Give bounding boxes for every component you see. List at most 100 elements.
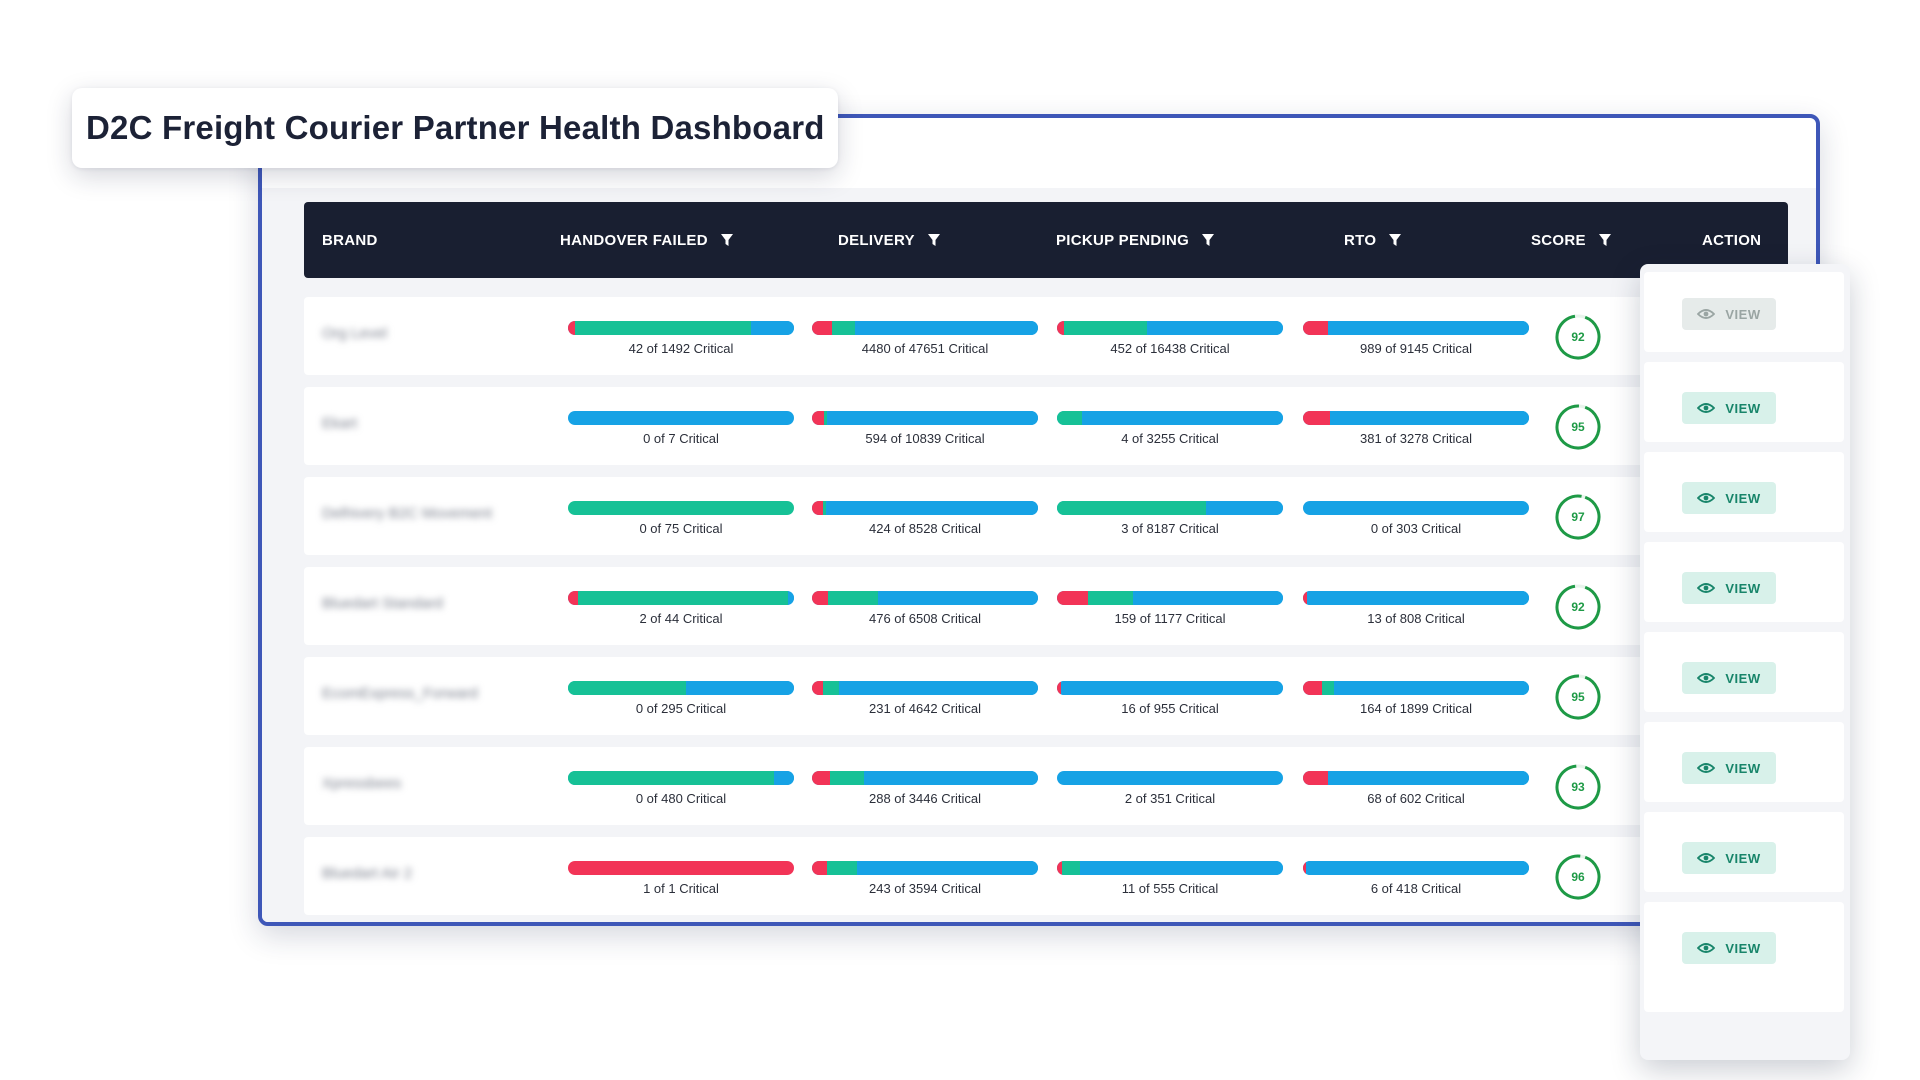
metric-handover[interactable]: 2 of 44 Critical	[568, 591, 794, 631]
metric-rto[interactable]: 6 of 418 Critical	[1303, 861, 1529, 901]
metric-delivery[interactable]: 288 of 3446 Critical	[812, 771, 1038, 811]
health-bar	[1303, 411, 1529, 425]
filter-icon[interactable]	[1388, 233, 1402, 247]
healthy-segment	[827, 591, 878, 605]
healthy-segment	[568, 501, 794, 515]
view-button[interactable]: VIEW	[1682, 392, 1776, 424]
brand-name: Bluedart Standard	[322, 595, 443, 612]
metric-label: 6 of 418 Critical	[1370, 881, 1462, 896]
view-button-label: VIEW	[1725, 670, 1761, 686]
healthy-segment	[1063, 321, 1148, 335]
action-cell: VIEW	[1644, 632, 1844, 712]
health-bar	[812, 591, 1038, 605]
view-button[interactable]: VIEW	[1682, 752, 1776, 784]
total-segment	[685, 681, 794, 695]
column-brand: BRAND	[322, 202, 378, 278]
view-button[interactable]: VIEW	[1682, 572, 1776, 604]
column-handover-failed[interactable]: HANDOVER FAILED	[560, 202, 734, 278]
view-button[interactable]: VIEW	[1682, 932, 1776, 964]
column-delivery[interactable]: DELIVERY	[838, 202, 941, 278]
metric-delivery[interactable]: 4480 of 47651 Critical	[812, 321, 1038, 361]
total-segment	[788, 591, 794, 605]
critical-segment	[568, 591, 579, 605]
metric-rto[interactable]: 164 of 1899 Critical	[1303, 681, 1529, 721]
metric-rto[interactable]: 381 of 3278 Critical	[1303, 411, 1529, 451]
health-bar	[1057, 321, 1283, 335]
score-value: 93	[1571, 780, 1585, 794]
filter-icon[interactable]	[1201, 233, 1215, 247]
score-badge: 97	[1554, 493, 1602, 541]
critical-segment	[812, 501, 824, 515]
metric-label: 476 of 6508 Critical	[868, 611, 981, 626]
metric-delivery[interactable]: 243 of 3594 Critical	[812, 861, 1038, 901]
health-bar	[1303, 501, 1529, 515]
metric-delivery[interactable]: 424 of 8528 Critical	[812, 501, 1038, 541]
column-delivery-label: DELIVERY	[838, 231, 915, 249]
health-bar	[568, 411, 794, 425]
eye-icon	[1697, 943, 1716, 953]
metric-handover[interactable]: 1 of 1 Critical	[568, 861, 794, 901]
critical-segment	[568, 861, 794, 875]
metric-pickup[interactable]: 3 of 8187 Critical	[1057, 501, 1283, 541]
view-button[interactable]: VIEW	[1682, 662, 1776, 694]
metric-pickup[interactable]: 159 of 1177 Critical	[1057, 591, 1283, 631]
metric-pickup[interactable]: 11 of 555 Critical	[1057, 861, 1283, 901]
metric-pickup[interactable]: 2 of 351 Critical	[1057, 771, 1283, 811]
metric-handover[interactable]: 42 of 1492 Critical	[568, 321, 794, 361]
critical-segment	[1303, 771, 1328, 785]
view-button-label: VIEW	[1725, 400, 1761, 416]
total-segment	[1327, 771, 1529, 785]
view-button[interactable]: VIEW	[1682, 298, 1776, 330]
metric-rto[interactable]: 68 of 602 Critical	[1303, 771, 1529, 811]
total-segment	[1060, 681, 1283, 695]
view-button-label: VIEW	[1725, 490, 1761, 506]
metric-handover[interactable]: 0 of 295 Critical	[568, 681, 794, 721]
column-brand-label: BRAND	[322, 231, 378, 249]
metric-handover[interactable]: 0 of 75 Critical	[568, 501, 794, 541]
action-cell: VIEW	[1644, 812, 1844, 892]
metric-label: 164 of 1899 Critical	[1359, 701, 1472, 716]
metric-handover[interactable]: 0 of 480 Critical	[568, 771, 794, 811]
critical-segment	[812, 411, 825, 425]
metric-handover[interactable]: 0 of 7 Critical	[568, 411, 794, 451]
filter-icon[interactable]	[1598, 233, 1612, 247]
metric-label: 4 of 3255 Critical	[1121, 431, 1219, 446]
metric-label: 0 of 75 Critical	[639, 521, 723, 536]
view-button-label: VIEW	[1725, 760, 1761, 776]
metric-delivery[interactable]: 476 of 6508 Critical	[812, 591, 1038, 631]
metric-label: 3 of 8187 Critical	[1121, 521, 1219, 536]
score-badge: 93	[1554, 763, 1602, 811]
metric-rto[interactable]: 989 of 9145 Critical	[1303, 321, 1529, 361]
metric-pickup[interactable]: 4 of 3255 Critical	[1057, 411, 1283, 451]
total-segment	[1147, 321, 1283, 335]
column-score[interactable]: SCORE	[1531, 202, 1612, 278]
view-button[interactable]: VIEW	[1682, 842, 1776, 874]
column-pickup-pending[interactable]: PICKUP PENDING	[1056, 202, 1215, 278]
health-bar	[812, 861, 1038, 875]
filter-icon[interactable]	[927, 233, 941, 247]
metric-rto[interactable]: 13 of 808 Critical	[1303, 591, 1529, 631]
healthy-segment	[827, 861, 857, 875]
metric-delivery[interactable]: 594 of 10839 Critical	[812, 411, 1038, 451]
filter-icon[interactable]	[720, 233, 734, 247]
action-cell: VIEW	[1644, 362, 1844, 442]
column-rto[interactable]: RTO	[1344, 202, 1402, 278]
metric-pickup[interactable]: 452 of 16438 Critical	[1057, 321, 1283, 361]
brand-name: Xpressbees	[322, 775, 402, 792]
metric-pickup[interactable]: 16 of 955 Critical	[1057, 681, 1283, 721]
column-pickup-pending-label: PICKUP PENDING	[1056, 231, 1190, 249]
score-value: 97	[1571, 510, 1585, 524]
view-button-label: VIEW	[1725, 940, 1761, 956]
total-segment	[877, 591, 1038, 605]
score-value: 95	[1571, 420, 1585, 434]
health-bar	[568, 771, 794, 785]
metric-rto[interactable]: 0 of 303 Critical	[1303, 501, 1529, 541]
score-badge: 92	[1554, 583, 1602, 631]
table-row: Delhivery B2C Movement 0 of 75 Critical 42…	[304, 477, 1644, 555]
metric-label: 424 of 8528 Critical	[868, 521, 981, 536]
view-button[interactable]: VIEW	[1682, 482, 1776, 514]
metric-delivery[interactable]: 231 of 4642 Critical	[812, 681, 1038, 721]
eye-icon	[1697, 763, 1716, 773]
total-segment	[1132, 591, 1283, 605]
healthy-segment	[823, 681, 840, 695]
